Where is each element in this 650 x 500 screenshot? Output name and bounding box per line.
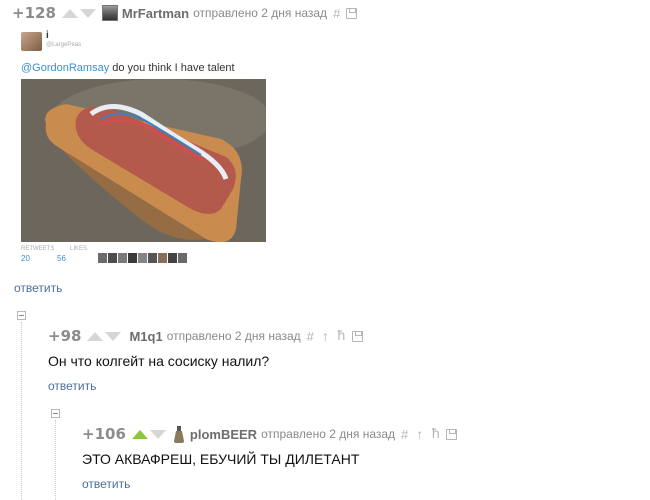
- thread-line: [55, 420, 56, 500]
- comment-author[interactable]: plomBEER: [190, 427, 257, 442]
- tree-icon[interactable]: ħ: [431, 427, 440, 442]
- tweet-mention: @GordonRamsay: [21, 62, 110, 74]
- tweet-user-handle: @LargePeas: [46, 42, 82, 48]
- parent-arrow-icon[interactable]: ↑: [416, 426, 423, 442]
- tweet-stat-label: RETWEETS: [21, 246, 55, 252]
- comment-rating: +98: [48, 327, 82, 345]
- liker-avatar: [128, 253, 137, 263]
- liker-avatar: [168, 253, 177, 263]
- liker-avatar: [98, 253, 107, 263]
- comment-header: +106 plomBEER отправлено 2 дня назад # ↑…: [82, 425, 458, 443]
- collapse-icon[interactable]: [51, 409, 60, 418]
- upvote-arrow-icon[interactable]: [61, 8, 78, 18]
- comment-header: +128 MrFartman отправлено 2 дня назад #: [12, 4, 358, 22]
- permalink-icon[interactable]: #: [401, 427, 408, 442]
- tweet-likers-avatars: [98, 253, 187, 263]
- liker-avatar: [148, 253, 157, 263]
- thread-line: [21, 322, 22, 500]
- comment-author[interactable]: MrFartman: [122, 6, 189, 21]
- tweet-likes-count: 56: [57, 254, 66, 263]
- save-icon[interactable]: [346, 7, 358, 19]
- tweet-avatar: [21, 32, 42, 51]
- save-icon[interactable]: [446, 428, 458, 440]
- reply-link[interactable]: ответить: [82, 477, 130, 491]
- downvote-arrow-icon[interactable]: [149, 429, 166, 439]
- tweet-user-name: i: [46, 30, 49, 41]
- permalink-icon[interactable]: #: [333, 6, 340, 21]
- comment-timestamp: отправлено 2 дня назад: [193, 6, 328, 20]
- liker-avatar: [118, 253, 127, 263]
- liker-avatar: [108, 253, 117, 263]
- tweet-retweets-count: 20: [21, 254, 30, 263]
- liker-avatar: [158, 253, 167, 263]
- permalink-icon[interactable]: #: [307, 329, 314, 344]
- hotdog-photo: [21, 79, 266, 242]
- liker-avatar: [178, 253, 187, 263]
- tweet-text: @GordonRamsay do you think I have talent: [21, 62, 235, 74]
- tweet-stats: RETWEETS LIKES: [21, 246, 87, 252]
- avatar[interactable]: [101, 5, 118, 21]
- tweet-body: do you think I have talent: [109, 62, 235, 74]
- comment-text: Он что колгейт на сосиску налил?: [48, 353, 270, 369]
- upvote-arrow-icon[interactable]: [87, 331, 104, 341]
- comment-timestamp: отправлено 2 дня назад: [166, 329, 301, 343]
- comment-text: ЭТО АКВАФРЕШ, ЕБУЧИЙ ТЫ ДИЛЕТАНТ: [82, 451, 360, 467]
- comment-header: +98 M1q1 отправлено 2 дня назад # ↑ ħ: [48, 327, 363, 345]
- comment-rating: +128: [12, 4, 56, 22]
- comment-rating: +106: [82, 425, 126, 443]
- reply-link[interactable]: ответить: [48, 379, 96, 393]
- downvote-arrow-icon[interactable]: [79, 8, 96, 18]
- embedded-tweet-image: i @LargePeas @GordonRamsay do you think …: [21, 30, 266, 270]
- reply-link[interactable]: ответить: [14, 281, 62, 295]
- tweet-photo: [21, 79, 266, 242]
- downvote-arrow-icon[interactable]: [105, 331, 122, 341]
- liker-avatar: [138, 253, 147, 263]
- comment-timestamp: отправлено 2 дня назад: [261, 427, 396, 441]
- save-icon[interactable]: [351, 330, 363, 342]
- comment-author[interactable]: M1q1: [129, 329, 162, 344]
- avatar[interactable]: [172, 425, 186, 443]
- collapse-icon[interactable]: [17, 311, 26, 320]
- parent-arrow-icon[interactable]: ↑: [322, 328, 329, 344]
- upvote-arrow-icon[interactable]: [131, 429, 148, 439]
- tweet-stat-label: LIKES: [70, 246, 88, 252]
- tree-icon[interactable]: ħ: [337, 329, 346, 344]
